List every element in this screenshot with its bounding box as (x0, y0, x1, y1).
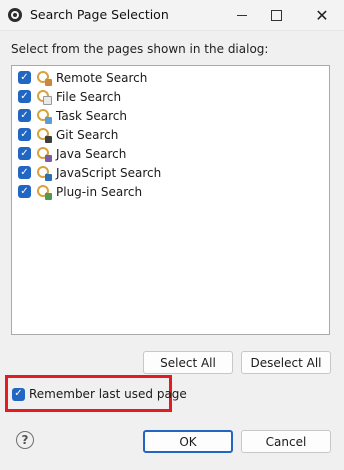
title-bar: Search Page Selection ✕ (0, 0, 344, 31)
list-item-label: Task Search (56, 108, 127, 123)
list-item-label: Java Search (56, 146, 127, 161)
list-item-plugin-search[interactable]: ✓ Plug-in Search (18, 182, 142, 201)
javascript-search-icon (36, 165, 52, 181)
list-item-task-search[interactable]: ✓ Task Search (18, 106, 127, 125)
maximize-icon (270, 9, 282, 21)
close-icon: ✕ (315, 5, 329, 25)
checkbox[interactable]: ✓ (18, 185, 31, 198)
checkbox[interactable]: ✓ (18, 166, 31, 179)
checkbox[interactable]: ✓ (18, 109, 31, 122)
plugin-search-icon (36, 184, 52, 200)
list-item-label: JavaScript Search (56, 165, 162, 180)
dialog-prompt: Select from the pages shown in the dialo… (11, 42, 269, 56)
eclipse-icon (8, 8, 22, 22)
help-icon[interactable]: ? (16, 431, 34, 449)
list-item-file-search[interactable]: ✓ File Search (18, 87, 121, 106)
close-button[interactable]: ✕ (305, 0, 339, 30)
checkbox[interactable]: ✓ (18, 147, 31, 160)
cancel-button[interactable]: Cancel (241, 430, 331, 453)
checkbox[interactable]: ✓ (18, 128, 31, 141)
list-item-java-search[interactable]: ✓ Java Search (18, 144, 126, 163)
remember-checkbox[interactable]: ✓ (12, 387, 25, 401)
checkbox[interactable]: ✓ (18, 90, 31, 103)
minimize-button[interactable] (225, 0, 259, 30)
git-search-icon (36, 127, 52, 143)
search-pages-list[interactable]: ✓ Remote Search ✓ File Search ✓ Task Sea… (11, 65, 330, 335)
remote-search-icon (36, 70, 52, 86)
list-item-label: Git Search (56, 127, 119, 142)
list-item-remote-search[interactable]: ✓ Remote Search (18, 68, 147, 87)
list-item-label: File Search (56, 89, 122, 104)
deselect-all-button[interactable]: Deselect All (241, 351, 331, 374)
list-item-label: Plug-in Search (56, 184, 143, 199)
minimize-icon (237, 14, 247, 16)
list-item-label: Remote Search (56, 70, 148, 85)
select-all-button[interactable]: Select All (143, 351, 233, 374)
list-item-git-search[interactable]: ✓ Git Search (18, 125, 118, 144)
ok-button[interactable]: OK (143, 430, 233, 453)
remember-label: Remember last used page (29, 387, 187, 401)
java-search-icon (36, 146, 52, 162)
task-search-icon (36, 108, 52, 124)
maximize-button[interactable] (259, 0, 293, 30)
window-title: Search Page Selection (30, 7, 169, 22)
checkbox[interactable]: ✓ (18, 71, 31, 84)
list-item-javascript-search[interactable]: ✓ JavaScript Search (18, 163, 161, 182)
file-search-icon (36, 89, 52, 105)
remember-last-page-option[interactable]: ✓ Remember last used page (12, 387, 187, 401)
